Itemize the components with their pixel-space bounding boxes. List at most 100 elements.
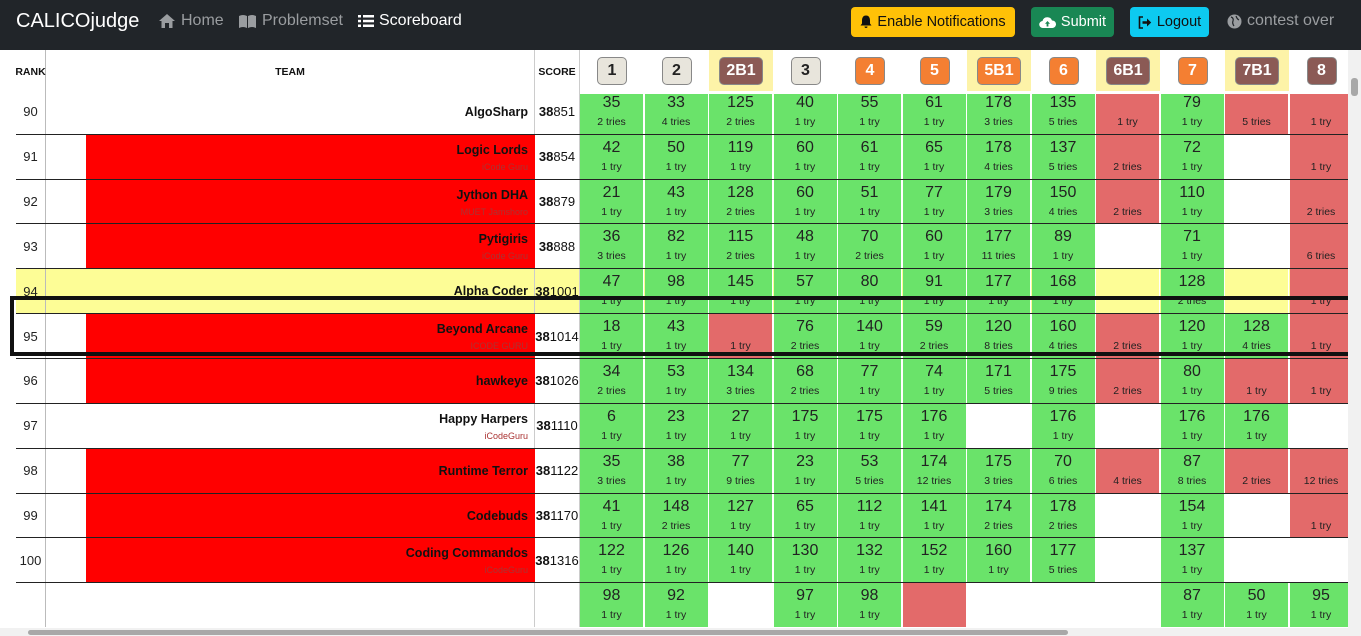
problem-cell[interactable]: 61 1 try	[902, 89, 967, 134]
problem-cell[interactable]	[902, 583, 967, 628]
problem-cell[interactable]: 48 1 try	[773, 224, 838, 269]
problem-cell[interactable]: 43 1 try	[644, 179, 709, 224]
problem-cell[interactable]: 1 try	[1289, 89, 1348, 134]
nav-scoreboard-link[interactable]: Scoreboard	[358, 12, 462, 30]
problem-cell[interactable]: 141 1 try	[902, 493, 967, 538]
problem-badge[interactable]: 6B1	[1106, 56, 1150, 85]
problem-cell[interactable]: 175 9 tries	[1031, 358, 1096, 403]
problem-cell[interactable]: 112 1 try	[838, 493, 902, 538]
problem-cell[interactable]	[1289, 538, 1348, 583]
problem-cell[interactable]: 72 1 try	[1160, 134, 1225, 179]
problem-cell[interactable]: 1 try	[1225, 358, 1289, 403]
problem-badge[interactable]: 1	[597, 56, 627, 85]
problem-cell[interactable]: 35 3 tries	[580, 448, 644, 493]
logout-button[interactable]: Logout	[1130, 7, 1209, 37]
problem-badge[interactable]: 3	[790, 56, 821, 85]
problem-cell[interactable]: 65 1 try	[773, 493, 838, 538]
problem-cell[interactable]: 1 try	[1289, 358, 1348, 403]
problem-badge[interactable]: 2	[661, 56, 692, 85]
table-row[interactable]: 93 Pytigiris iCode Guru 38 888 36 3 tries 82 1 …	[16, 223, 1348, 269]
problem-cell[interactable]: 98 1 try	[580, 583, 644, 628]
problem-cell[interactable]	[1031, 583, 1096, 628]
problem-cell[interactable]: 77 1 try	[838, 358, 902, 403]
problem-cell[interactable]: 148 2 tries	[644, 493, 709, 538]
table-row[interactable]: 97 Happy Harpers iCodeGuru 38 1110 6 1 try 23 1 …	[16, 402, 1348, 448]
table-row[interactable]: 100 Coding Commandos iCodeGuru 38 1316 122 1 t…	[16, 537, 1348, 583]
problem-cell[interactable]: 140 1 try	[709, 538, 773, 583]
problem-cell[interactable]: 115 2 tries	[709, 224, 773, 269]
problem-cell[interactable]: 1 try	[1289, 493, 1348, 538]
problem-cell[interactable]: 35 2 tries	[580, 89, 644, 134]
problem-cell[interactable]: 6 1 try	[580, 403, 644, 448]
problem-cell[interactable]: 98 1 try	[838, 583, 902, 628]
problem-cell[interactable]: 74 1 try	[902, 358, 967, 403]
problem-cell[interactable]: 150 4 tries	[1031, 179, 1096, 224]
problem-cell[interactable]: 2 tries	[1096, 358, 1160, 403]
problem-cell[interactable]: 97 1 try	[773, 583, 838, 628]
problem-cell[interactable]: 60 1 try	[773, 134, 838, 179]
problem-cell[interactable]: 95 1 try	[1289, 583, 1348, 628]
problem-cell[interactable]	[1225, 179, 1289, 224]
problem-cell[interactable]: 50 1 try	[1225, 583, 1289, 628]
table-row[interactable]: 91 Logic Lords iCode Guru 38 854 42 1 try 50 1 …	[16, 133, 1348, 179]
table-row[interactable]: 99 Codebuds 38 1170 41 1 try 148 2 tries 127 1 tr…	[16, 492, 1348, 538]
problem-cell[interactable]: 53 5 tries	[838, 448, 902, 493]
problem-cell[interactable]	[967, 403, 1031, 448]
problem-cell[interactable]	[967, 583, 1031, 628]
problem-cell[interactable]: 60 1 try	[902, 224, 967, 269]
problem-cell[interactable]	[1225, 224, 1289, 269]
problem-cell[interactable]: 34 2 tries	[580, 358, 644, 403]
problem-cell[interactable]: 179 3 tries	[967, 179, 1031, 224]
problem-cell[interactable]: 175 1 try	[838, 403, 902, 448]
brand-logo[interactable]: CALICOjudge	[16, 10, 139, 33]
problem-badge[interactable]: 8	[1306, 56, 1337, 85]
problem-cell[interactable]: 60 1 try	[773, 179, 838, 224]
problem-cell[interactable]: 77 9 tries	[709, 448, 773, 493]
problem-badge[interactable]: 7B1	[1235, 56, 1279, 85]
problem-cell[interactable]: 33 4 tries	[644, 89, 709, 134]
problem-cell[interactable]: 178 4 tries	[967, 134, 1031, 179]
table-row[interactable]: 92 Jython DHA MUET Jamshoro 38 879 21 1 try 43…	[16, 178, 1348, 224]
problem-cell[interactable]: 175 1 try	[773, 403, 838, 448]
problem-cell[interactable]: 36 3 tries	[580, 224, 644, 269]
table-row[interactable]: 96 hawkeye 38 1026 34 2 tries 53 1 try 134 3 trie…	[16, 357, 1348, 403]
vertical-scroll-thumb[interactable]	[1351, 78, 1358, 96]
problem-cell[interactable]: 176 1 try	[902, 403, 967, 448]
problem-cell[interactable]: 135 5 tries	[1031, 89, 1096, 134]
problem-cell[interactable]: 51 1 try	[838, 179, 902, 224]
problem-cell[interactable]: 6 tries	[1289, 224, 1348, 269]
problem-cell[interactable]: 137 5 tries	[1031, 134, 1096, 179]
problem-cell[interactable]: 4 tries	[1096, 448, 1160, 493]
enable-notifications-button[interactable]: Enable Notifications	[851, 7, 1015, 37]
problem-cell[interactable]: 160 1 try	[967, 538, 1031, 583]
table-row[interactable]: 98 1 try 92 1 try 97 1 try 98 1 try 87 1 try 50 1 t…	[16, 582, 1348, 628]
problem-cell[interactable]: 87 8 tries	[1160, 448, 1225, 493]
problem-cell[interactable]: 41 1 try	[580, 493, 644, 538]
problem-cell[interactable]: 122 1 try	[580, 538, 644, 583]
table-row[interactable]: 90 AlgoSharp 38 851 35 2 tries 33 4 tries 125 2 …	[16, 88, 1348, 134]
problem-cell[interactable]	[709, 583, 773, 628]
problem-cell[interactable]: 174 2 tries	[967, 493, 1031, 538]
problem-cell[interactable]	[1096, 538, 1160, 583]
problem-cell[interactable]	[1096, 493, 1160, 538]
problem-cell[interactable]	[1225, 538, 1289, 583]
problem-cell[interactable]: 134 3 tries	[709, 358, 773, 403]
problem-cell[interactable]: 68 2 tries	[773, 358, 838, 403]
problem-cell[interactable]: 79 1 try	[1160, 89, 1225, 134]
problem-cell[interactable]: 23 1 try	[773, 448, 838, 493]
problem-cell[interactable]: 178 2 tries	[1031, 493, 1096, 538]
table-row[interactable]: 98 Runtime Terror 38 1122 35 3 tries 38 1 try 77…	[16, 447, 1348, 493]
problem-cell[interactable]: 77 1 try	[902, 179, 967, 224]
problem-cell[interactable]	[1225, 134, 1289, 179]
problem-cell[interactable]: 130 1 try	[773, 538, 838, 583]
problem-cell[interactable]: 127 1 try	[709, 493, 773, 538]
problem-badge[interactable]: 6	[1048, 56, 1079, 85]
problem-cell[interactable]: 71 1 try	[1160, 224, 1225, 269]
problem-cell[interactable]: 27 1 try	[709, 403, 773, 448]
problem-cell[interactable]: 55 1 try	[838, 89, 902, 134]
problem-cell[interactable]: 40 1 try	[773, 89, 838, 134]
problem-cell[interactable]: 175 3 tries	[967, 448, 1031, 493]
problem-cell[interactable]: 70 6 tries	[1031, 448, 1096, 493]
problem-cell[interactable]: 82 1 try	[644, 224, 709, 269]
problem-cell[interactable]: 174 12 tries	[902, 448, 967, 493]
